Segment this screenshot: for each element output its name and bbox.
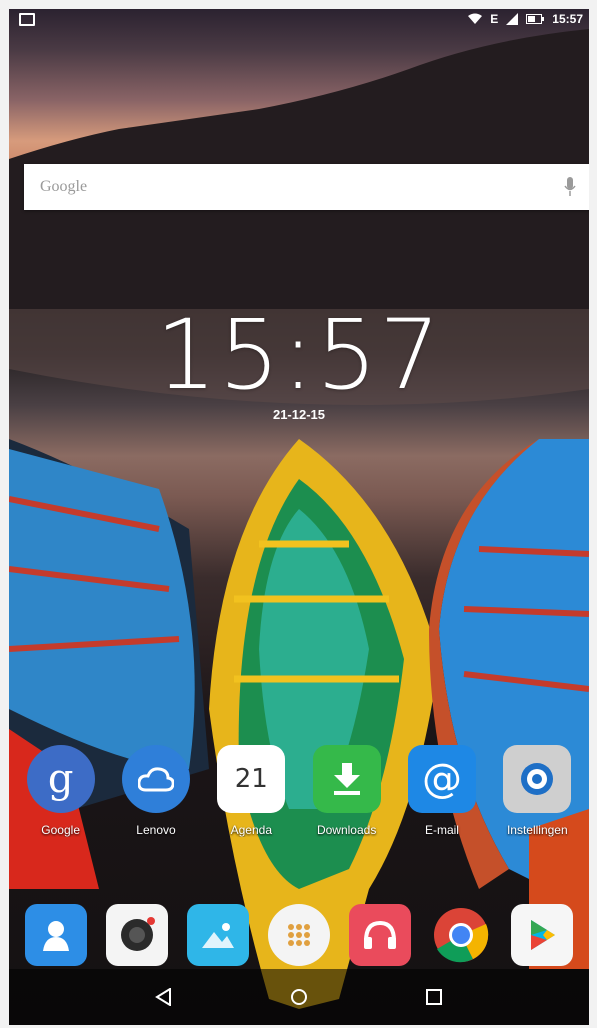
battery-icon bbox=[526, 14, 545, 24]
wallpaper-boats bbox=[9, 29, 589, 1009]
app-google[interactable]: g Google bbox=[15, 745, 107, 837]
status-time: 15:57 bbox=[552, 12, 583, 26]
settings-icon bbox=[503, 745, 572, 813]
app-label: Agenda bbox=[230, 823, 272, 837]
play-store-icon[interactable] bbox=[511, 904, 574, 966]
app-label: Downloads bbox=[316, 823, 377, 837]
music-headphones-icon[interactable] bbox=[349, 904, 412, 966]
signal-icon bbox=[506, 13, 519, 25]
clock-widget[interactable]: 15:57 bbox=[9, 299, 589, 411]
gallery-icon[interactable] bbox=[186, 904, 249, 966]
app-settings[interactable]: Instellingen bbox=[491, 745, 583, 837]
calendar-day: 21 bbox=[234, 764, 268, 794]
app-drawer-icon[interactable] bbox=[267, 904, 330, 966]
camera-icon[interactable] bbox=[105, 904, 168, 966]
network-type: E bbox=[490, 12, 499, 26]
app-email[interactable]: @ E-mail bbox=[396, 745, 488, 837]
google-search-bar[interactable] bbox=[24, 164, 589, 210]
app-downloads[interactable]: Downloads bbox=[301, 745, 393, 837]
app-label: E-mail bbox=[424, 823, 459, 837]
recents-icon[interactable] bbox=[419, 982, 449, 1012]
navigation-bar bbox=[9, 969, 589, 1025]
app-agenda[interactable]: 21 Agenda bbox=[205, 745, 297, 837]
date-label: 21-12-15 bbox=[272, 407, 326, 422]
wifi-icon bbox=[468, 13, 483, 24]
chrome-icon[interactable] bbox=[430, 904, 492, 966]
back-icon[interactable] bbox=[149, 982, 179, 1012]
home-screen: E 15:57 15:57 21-12-15 g Google Lenovo 2… bbox=[9, 9, 589, 1025]
mic-icon[interactable] bbox=[564, 177, 576, 197]
app-label: Google bbox=[41, 823, 80, 837]
lenovo-cloud-icon bbox=[121, 745, 190, 813]
email-at-icon: @ bbox=[407, 745, 476, 813]
app-label: Lenovo bbox=[136, 823, 176, 837]
download-icon bbox=[312, 745, 381, 813]
calendar-icon: 21 bbox=[217, 745, 286, 813]
notification-icon bbox=[19, 13, 35, 26]
dock bbox=[9, 904, 589, 966]
app-row: g Google Lenovo 21 Agenda Downloads @ E-… bbox=[9, 745, 589, 837]
google-g-icon: g bbox=[26, 745, 95, 813]
app-lenovo[interactable]: Lenovo bbox=[110, 745, 202, 837]
status-bar: E 15:57 bbox=[9, 9, 589, 31]
search-input[interactable] bbox=[24, 164, 589, 210]
contacts-icon[interactable] bbox=[24, 904, 87, 966]
home-icon[interactable] bbox=[284, 982, 314, 1012]
app-label: Instellingen bbox=[506, 823, 568, 837]
